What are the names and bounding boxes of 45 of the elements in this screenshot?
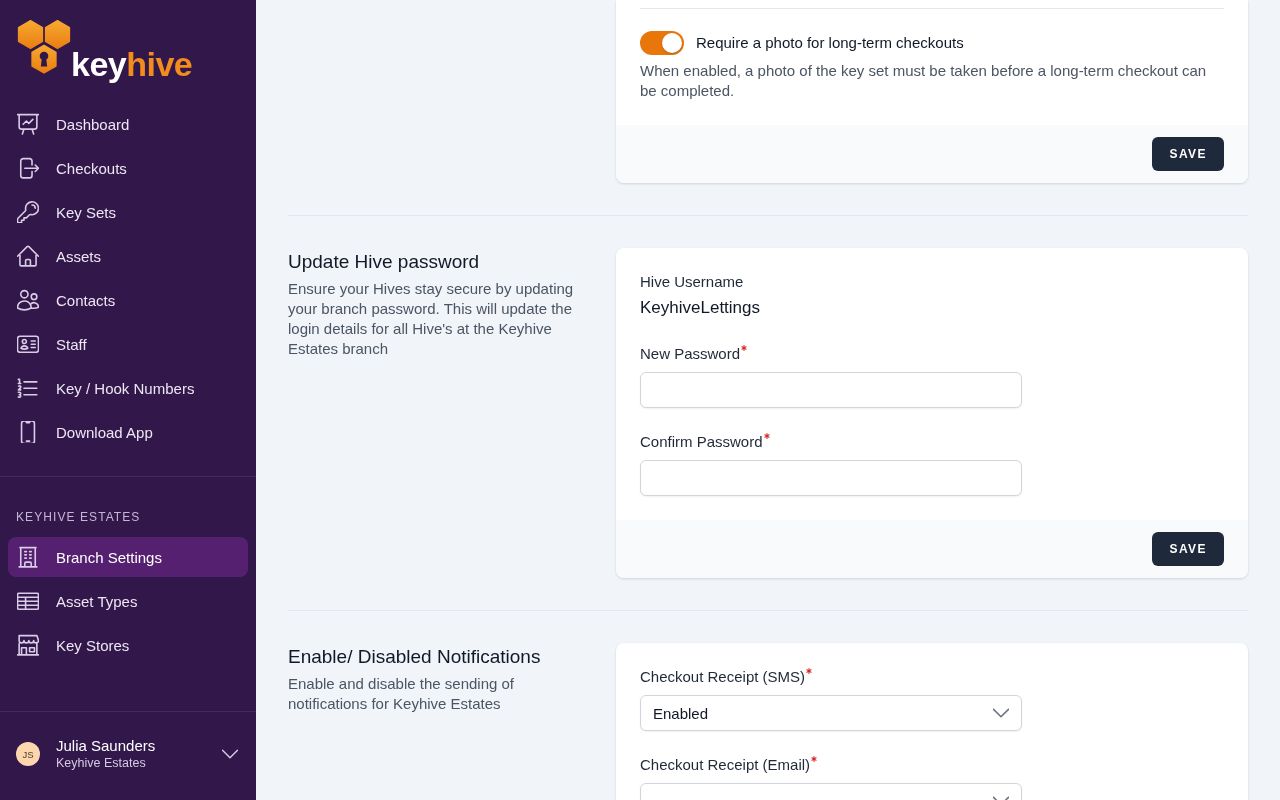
field-label: Checkout Receipt (SMS) — [640, 667, 806, 687]
key-icon — [17, 201, 39, 223]
select-field[interactable]: Enabled — [640, 695, 1022, 731]
nav-item[interactable]: Checkouts — [8, 148, 248, 188]
section-description: Ensure your Hives stay secure by updating your branch password. This will update the login details for all Hive's at the Keyhive Estates branch — [288, 279, 575, 359]
toggle-label: Require a photo for long-term checkouts — [696, 33, 964, 53]
nav-item[interactable]: Staff — [8, 324, 248, 364]
user-organization: Keyhive Estates — [56, 755, 146, 771]
id-card-icon — [17, 333, 39, 355]
logo-wordmark: keyhive — [71, 47, 193, 81]
nav-item[interactable]: Contacts — [8, 280, 248, 320]
save-button[interactable]: SAVE — [1152, 137, 1224, 171]
hexagon-keyhole-logo-icon — [17, 20, 71, 75]
field-description: When enabled, a photo of the key set must be taken before a long-term checkout can be completed. — [640, 61, 1208, 101]
presentation-chart-icon — [17, 113, 39, 135]
nav-item[interactable]: Dashboard — [8, 104, 248, 144]
nav-item[interactable]: Branch Settings — [8, 537, 248, 577]
section-title: Update Hive password — [288, 250, 480, 274]
save-button[interactable]: SAVE — [1152, 532, 1224, 566]
user-avatar: JS — [16, 742, 40, 766]
nav-item[interactable]: Key Stores — [8, 625, 248, 665]
nav-item[interactable]: Assets — [8, 236, 248, 276]
section-description: Enable and disable the sending of notifications for Keyhive Estates — [288, 674, 515, 714]
user-name: Julia Saunders — [56, 737, 156, 755]
nav-item[interactable]: Key / Hook Numbers — [8, 368, 248, 408]
nav-item[interactable]: Asset Types — [8, 581, 248, 621]
section-title: Enable/ Disabled Notifications — [288, 645, 541, 669]
toggle-switch[interactable] — [640, 31, 684, 55]
office-building-icon — [17, 546, 39, 568]
field-label: Checkout Receipt (Email) — [640, 755, 811, 775]
field-label: New Password — [640, 344, 741, 364]
storefront-icon — [17, 634, 39, 656]
field-label: Hive Username — [640, 272, 744, 292]
section-heading: KEYHIVE ESTATES — [16, 509, 141, 525]
logout-arrow-icon — [17, 157, 39, 179]
house-icon — [17, 245, 39, 267]
nav-item[interactable]: Key Sets — [8, 192, 248, 232]
field-label: Confirm Password — [640, 432, 763, 452]
table-icon — [17, 590, 39, 612]
people-icon — [17, 289, 39, 311]
password-field[interactable] — [640, 460, 1022, 496]
field-value: KeyhiveLettings — [640, 297, 761, 319]
numbered-list-icon — [17, 377, 39, 399]
nav-item[interactable]: Download App — [8, 412, 248, 452]
password-field[interactable] — [640, 372, 1022, 408]
